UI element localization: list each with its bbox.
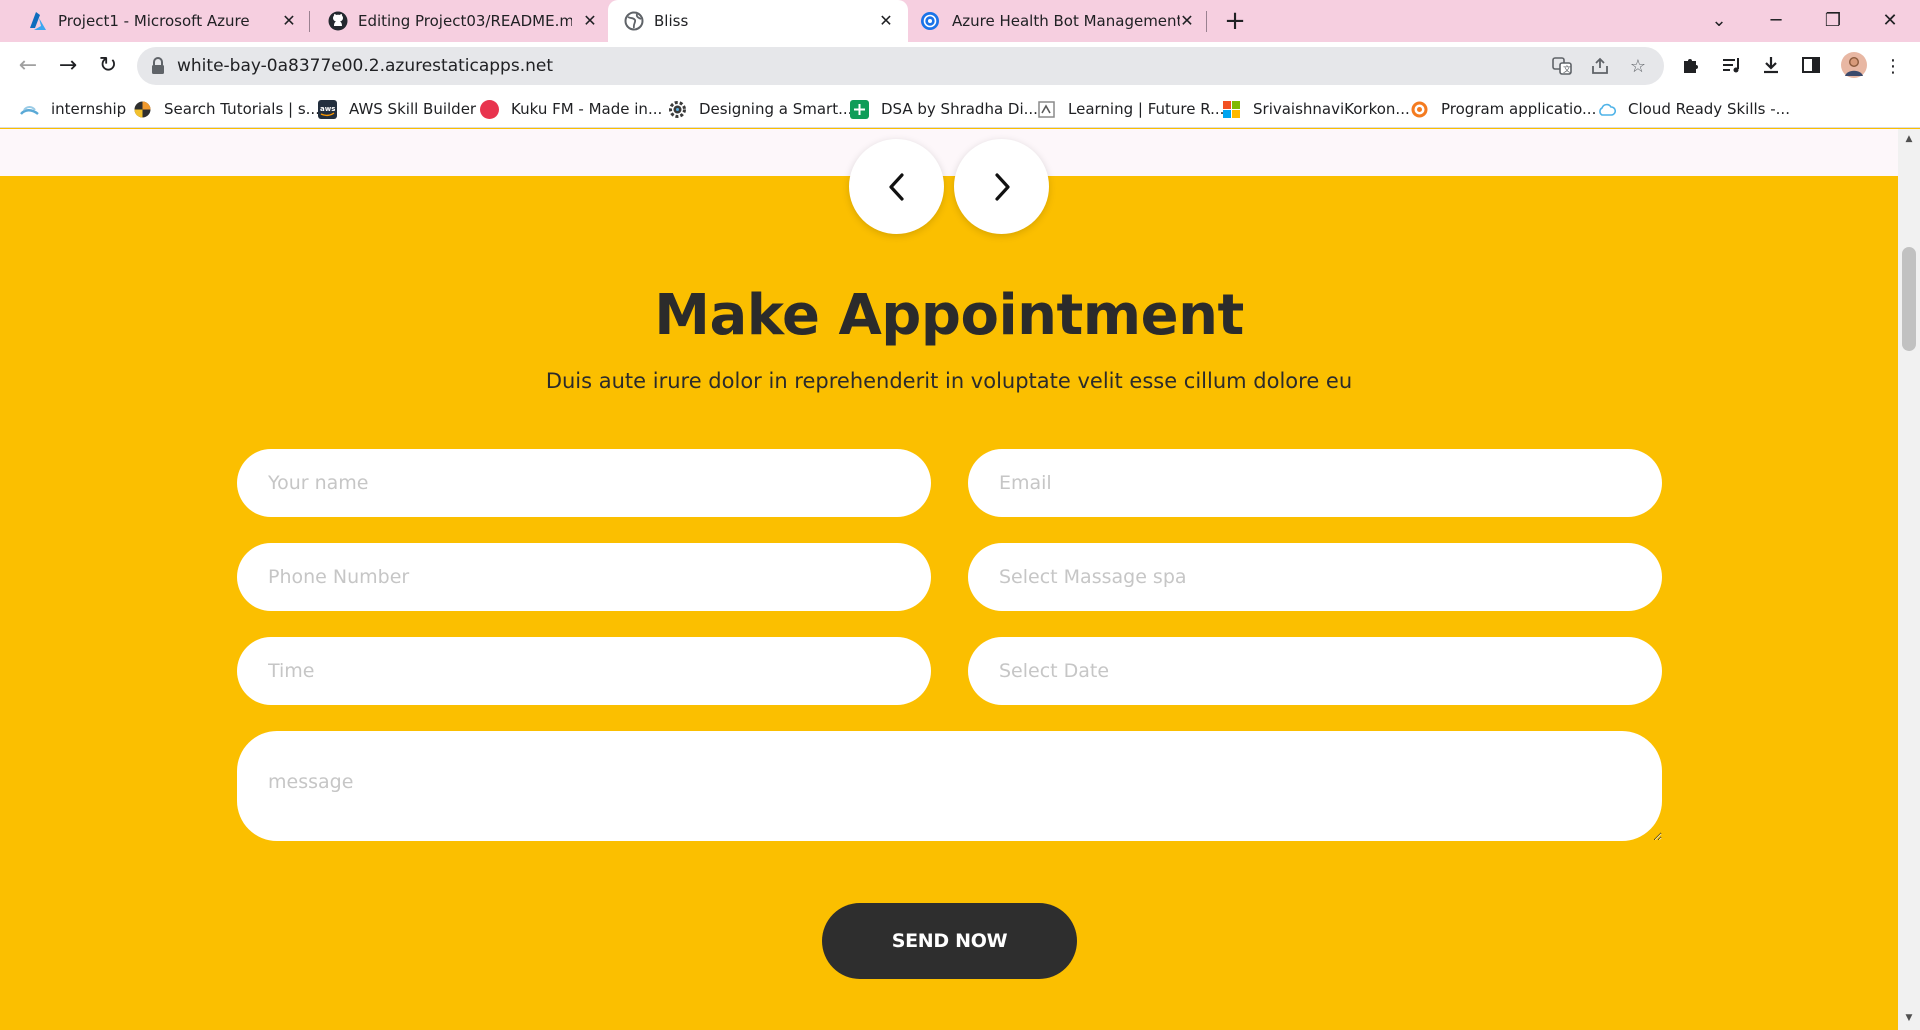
name-input[interactable] — [237, 449, 931, 517]
massage-select[interactable] — [968, 543, 1662, 611]
scrollbar-thumb[interactable] — [1902, 247, 1916, 351]
close-icon[interactable]: ✕ — [579, 10, 601, 32]
globe-icon — [624, 11, 644, 31]
avatar[interactable] — [1840, 51, 1868, 79]
svg-text:文: 文 — [1563, 64, 1571, 74]
restore-icon[interactable]: ❐ — [1818, 6, 1848, 36]
bookmarks-bar: internship Search Tutorials | s... aws A… — [0, 90, 1920, 128]
bookmark-cloud-ready-skills[interactable]: Cloud Ready Skills -... — [1597, 90, 1790, 128]
page-header-strip — [0, 129, 1898, 176]
bookmark-aws-skill-builder[interactable]: aws AWS Skill Builder — [318, 90, 476, 128]
bookmark-kuku-fm[interactable]: Kuku FM - Made in... — [480, 90, 662, 128]
sheets-icon — [850, 99, 869, 119]
carousel-next-button[interactable] — [954, 139, 1049, 234]
bookmark-label: Search Tutorials | s... — [164, 100, 320, 118]
side-panel-icon[interactable] — [1799, 55, 1823, 79]
tab-search-icon[interactable]: ⌄ — [1704, 6, 1734, 36]
lock-icon — [151, 57, 165, 75]
gear-icon — [668, 100, 687, 119]
microsoft-icon — [1222, 100, 1241, 119]
tab-health-bot[interactable]: Azure Health Bot Management P ✕ — [908, 0, 1208, 42]
aws-icon: aws — [318, 99, 337, 119]
health-bot-icon — [920, 11, 940, 31]
address-bar[interactable]: white-bay-0a8377e00.2.azurestaticapps.ne… — [137, 47, 1664, 85]
github-icon — [328, 11, 348, 31]
cloud-icon — [1597, 100, 1617, 119]
bookmark-label: Designing a Smart... — [699, 100, 853, 118]
bookmark-label: SrivaishnaviKorkon... — [1253, 100, 1410, 118]
scroll-down-icon[interactable]: ▼ — [1903, 1012, 1915, 1024]
close-icon[interactable]: ✕ — [1176, 10, 1198, 32]
tab-strip: Project1 - Microsoft Azure ✕ Editing Pro… — [0, 0, 1920, 42]
reading-list-icon[interactable] — [1719, 55, 1743, 79]
chevron-right-icon — [994, 172, 1010, 201]
tab-bliss[interactable]: Bliss ✕ — [608, 0, 908, 42]
tab-azure-project[interactable]: Project1 - Microsoft Azure ✕ — [0, 0, 308, 42]
bookmark-star-icon[interactable]: ☆ — [1627, 56, 1649, 78]
forward-icon[interactable]: → — [52, 50, 84, 82]
bookmark-internship[interactable]: internship — [20, 90, 126, 128]
page-title: Make Appointment — [654, 283, 1244, 348]
bookmark-search-tutorials[interactable]: Search Tutorials | s... — [133, 90, 320, 128]
bookmark-label: DSA by Shradha Di... — [881, 100, 1038, 118]
tab-title: Project1 - Microsoft Azure — [58, 12, 250, 30]
chevron-left-icon — [888, 172, 904, 201]
back-icon[interactable]: ← — [12, 50, 44, 82]
tab-title: Bliss — [654, 12, 689, 30]
bookmark-label: Program applicatio... — [1441, 100, 1597, 118]
page-scrollbar[interactable]: ▲ ▼ — [1898, 129, 1920, 1030]
bookmark-label: Cloud Ready Skills -... — [1628, 100, 1790, 118]
extensions-icon[interactable] — [1679, 55, 1703, 79]
reload-icon[interactable]: ↻ — [92, 50, 124, 82]
email-input[interactable] — [968, 449, 1662, 517]
browser-toolbar: ← → ↻ white-bay-0a8377e00.2.azurestatica… — [0, 42, 1920, 90]
tab-title: Editing Project03/README.md at — [358, 12, 572, 30]
download-icon[interactable] — [1759, 55, 1783, 79]
minimize-icon[interactable]: ─ — [1761, 6, 1791, 36]
window-close-icon[interactable]: ✕ — [1875, 6, 1905, 36]
bookmark-learning-future[interactable]: Learning | Future R... — [1037, 90, 1224, 128]
bookmark-label: AWS Skill Builder — [349, 100, 477, 118]
learning-icon — [1037, 100, 1056, 119]
bookmark-program-application[interactable]: Program applicatio... — [1410, 90, 1596, 128]
tab-title: Azure Health Bot Management P — [952, 12, 1180, 30]
tab-github-readme[interactable]: Editing Project03/README.md at ✕ — [300, 0, 608, 42]
bookmark-dsa-shradha[interactable]: DSA by Shradha Di... — [850, 90, 1038, 128]
page-subtitle: Duis aute irure dolor in reprehenderit i… — [545, 369, 1353, 393]
date-input[interactable] — [968, 637, 1662, 705]
bookmark-designing-smart[interactable]: Designing a Smart... — [668, 90, 852, 128]
program-icon — [1410, 100, 1429, 119]
message-textarea[interactable] — [237, 731, 1662, 841]
phone-input[interactable] — [237, 543, 931, 611]
bookmark-srivaishnavi[interactable]: SrivaishnaviKorkon... — [1222, 90, 1410, 128]
new-tab-button[interactable]: + — [1221, 8, 1249, 36]
bookmark-label: Kuku FM - Made in... — [511, 100, 663, 118]
scroll-up-icon[interactable]: ▲ — [1903, 133, 1915, 145]
close-icon[interactable]: ✕ — [875, 10, 897, 32]
time-input[interactable] — [237, 637, 931, 705]
svg-text:aws: aws — [320, 105, 335, 113]
bookmark-label: internship — [51, 100, 127, 118]
azure-icon — [28, 11, 48, 31]
kuku-icon — [480, 99, 499, 119]
translate-icon[interactable]: 文 — [1551, 56, 1573, 78]
internship-icon — [20, 100, 39, 119]
tab-separator — [1206, 11, 1207, 32]
bookmark-label: Learning | Future R... — [1068, 100, 1225, 118]
url-text: white-bay-0a8377e00.2.azurestaticapps.ne… — [177, 56, 554, 76]
tutorials-icon — [133, 100, 152, 119]
more-menu-icon[interactable]: ⋮ — [1881, 55, 1905, 79]
close-icon[interactable]: ✕ — [278, 10, 300, 32]
send-now-button[interactable]: SEND NOW — [822, 903, 1077, 979]
carousel-prev-button[interactable] — [849, 139, 944, 234]
share-icon[interactable] — [1589, 56, 1611, 78]
